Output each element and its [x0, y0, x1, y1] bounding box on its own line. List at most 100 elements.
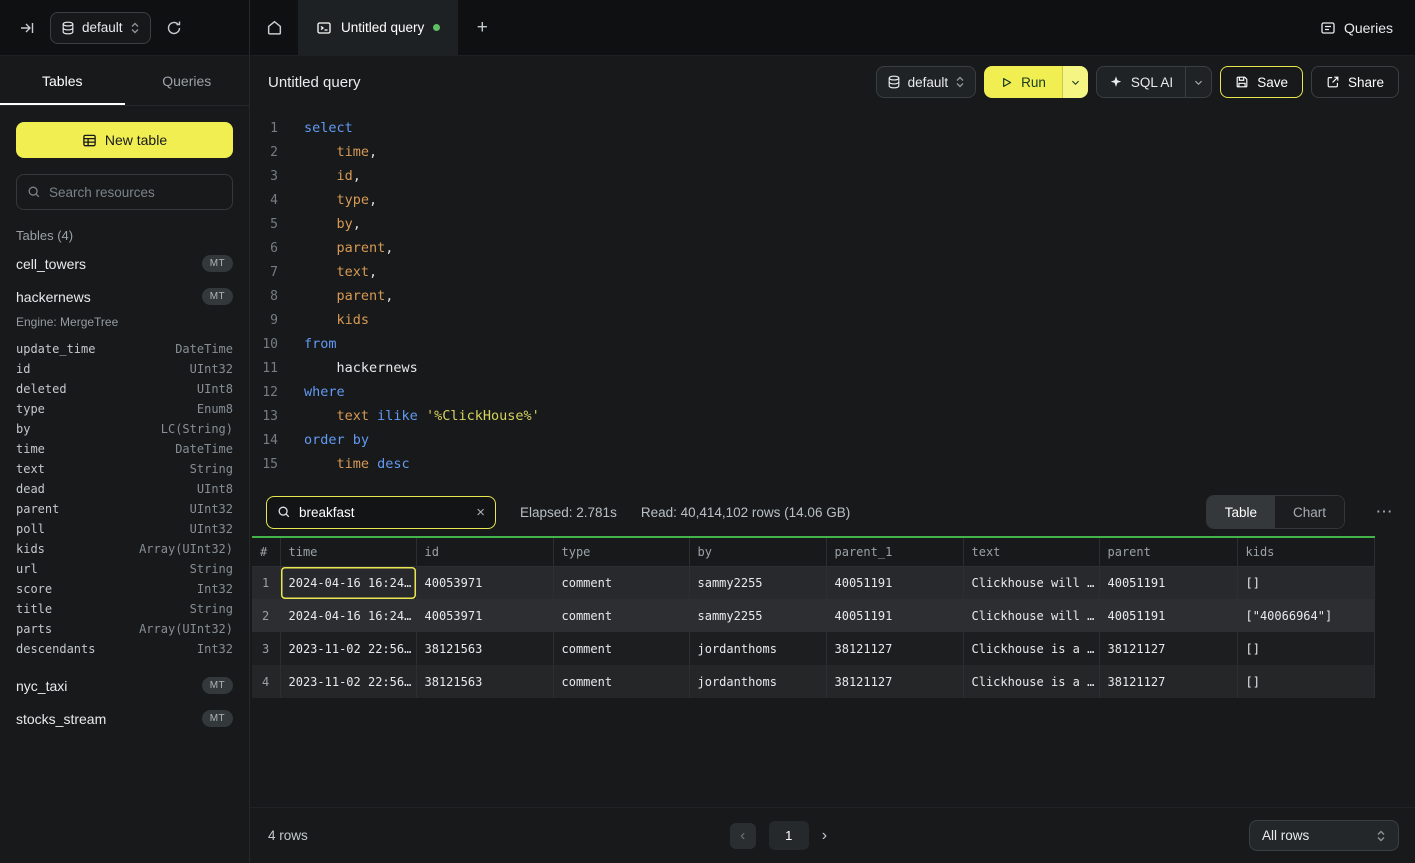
grid-cell[interactable]: [] [1237, 632, 1375, 665]
home-tab[interactable] [250, 0, 298, 55]
grid-cell[interactable]: 40051191 [826, 599, 963, 632]
editor-line[interactable]: 13 text ilike '%ClickHouse%' [250, 404, 1415, 428]
grid-cell[interactable]: 40051191 [1099, 566, 1237, 599]
editor-line[interactable]: 8 parent, [250, 284, 1415, 308]
grid-column-header[interactable]: # [252, 538, 280, 566]
grid-column-header[interactable]: by [689, 538, 826, 566]
grid-cell[interactable]: 40053971 [416, 566, 553, 599]
sidebar-tab-tables[interactable]: Tables [0, 56, 125, 105]
more-options-button[interactable]: ⋯ [1369, 502, 1399, 522]
table-column-row[interactable]: titleString [16, 599, 233, 619]
new-tab-button[interactable]: + [458, 0, 506, 55]
editor-line[interactable]: 2 time, [250, 140, 1415, 164]
grid-cell[interactable]: ["40066964"] [1237, 599, 1375, 632]
grid-column-header[interactable]: text [963, 538, 1099, 566]
grid-cell[interactable]: jordanthoms [689, 665, 826, 698]
grid-column-header[interactable]: parent [1099, 538, 1237, 566]
table-column-row[interactable]: textString [16, 459, 233, 479]
sidebar-table-item[interactable]: hackernewsMT [0, 280, 249, 313]
grid-cell[interactable]: 38121563 [416, 632, 553, 665]
editor-line[interactable]: 3 id, [250, 164, 1415, 188]
sql-ai-options-button[interactable] [1185, 67, 1211, 97]
grid-column-header[interactable]: parent_1 [826, 538, 963, 566]
editor-line[interactable]: 4 type, [250, 188, 1415, 212]
editor-line[interactable]: 10from [250, 332, 1415, 356]
grid-cell[interactable]: Clickhouse is a … [963, 665, 1099, 698]
editor-line[interactable]: 15 time desc [250, 452, 1415, 476]
table-column-row[interactable]: deletedUInt8 [16, 379, 233, 399]
grid-column-header[interactable]: type [553, 538, 689, 566]
next-page-button[interactable]: › [822, 827, 827, 845]
grid-column-header[interactable]: kids [1237, 538, 1375, 566]
grid-cell[interactable]: Clickhouse will … [963, 599, 1099, 632]
tab-untitled-query[interactable]: Untitled query [298, 0, 458, 55]
grid-cell[interactable]: comment [553, 665, 689, 698]
table-column-row[interactable]: idUInt32 [16, 359, 233, 379]
table-column-row[interactable]: urlString [16, 559, 233, 579]
rows-per-page-select[interactable]: All rows [1249, 820, 1399, 851]
search-resources-input[interactable] [49, 185, 222, 200]
grid-cell[interactable]: 40051191 [826, 566, 963, 599]
view-table-button[interactable]: Table [1207, 496, 1275, 528]
table-column-row[interactable]: deadUInt8 [16, 479, 233, 499]
editor-line[interactable]: 7 text, [250, 260, 1415, 284]
save-button[interactable]: Save [1220, 66, 1303, 98]
grid-cell[interactable]: 40051191 [1099, 599, 1237, 632]
editor-line[interactable]: 11 hackernews [250, 356, 1415, 380]
queries-button[interactable]: Queries [1320, 0, 1393, 55]
results-filter-input[interactable] [299, 505, 468, 520]
database-selector[interactable]: default [50, 12, 151, 44]
sidebar-table-item[interactable]: nyc_taxiMT [0, 669, 249, 702]
grid-cell[interactable]: [] [1237, 665, 1375, 698]
grid-cell[interactable]: 38121563 [416, 665, 553, 698]
table-column-row[interactable]: scoreInt32 [16, 579, 233, 599]
run-options-button[interactable] [1062, 66, 1088, 98]
sidebar-table-item[interactable]: stocks_streamMT [0, 702, 249, 735]
grid-cell[interactable]: Clickhouse is a … [963, 632, 1099, 665]
query-database-selector[interactable]: default [876, 66, 977, 98]
grid-cell[interactable]: 2023-11-02 22:56… [280, 632, 416, 665]
sidebar-tab-queries[interactable]: Queries [125, 56, 250, 105]
editor-line[interactable]: 9 kids [250, 308, 1415, 332]
grid-cell[interactable]: 38121127 [826, 632, 963, 665]
table-column-row[interactable]: timeDateTime [16, 439, 233, 459]
table-column-row[interactable]: parentUInt32 [16, 499, 233, 519]
grid-cell[interactable]: sammy2255 [689, 566, 826, 599]
editor-line[interactable]: 12where [250, 380, 1415, 404]
new-table-button[interactable]: New table [16, 122, 233, 158]
table-column-row[interactable]: kidsArray(UInt32) [16, 539, 233, 559]
sql-editor[interactable]: 1select2 time,3 id,4 type,5 by,6 parent,… [250, 108, 1415, 488]
grid-cell[interactable]: Clickhouse will … [963, 566, 1099, 599]
grid-cell[interactable]: [] [1237, 566, 1375, 599]
run-button[interactable]: Run [984, 66, 1062, 98]
grid-cell[interactable]: 2024-04-16 16:24… [280, 566, 416, 599]
table-column-row[interactable]: partsArray(UInt32) [16, 619, 233, 639]
grid-cell[interactable]: jordanthoms [689, 632, 826, 665]
grid-cell[interactable]: 38121127 [1099, 632, 1237, 665]
table-column-row[interactable]: typeEnum8 [16, 399, 233, 419]
collapse-sidebar-button[interactable] [12, 13, 42, 43]
grid-cell[interactable]: 40053971 [416, 599, 553, 632]
table-column-row[interactable]: byLC(String) [16, 419, 233, 439]
grid-column-header[interactable]: id [416, 538, 553, 566]
grid-cell[interactable]: 38121127 [1099, 665, 1237, 698]
editor-line[interactable]: 5 by, [250, 212, 1415, 236]
editor-line[interactable]: 1select [250, 116, 1415, 140]
view-chart-button[interactable]: Chart [1275, 496, 1344, 528]
table-column-row[interactable]: pollUInt32 [16, 519, 233, 539]
grid-cell[interactable]: comment [553, 566, 689, 599]
grid-cell[interactable]: 38121127 [826, 665, 963, 698]
grid-cell[interactable]: comment [553, 599, 689, 632]
prev-page-button[interactable]: ‹ [730, 823, 756, 849]
editor-line[interactable]: 6 parent, [250, 236, 1415, 260]
sidebar-table-item[interactable]: cell_towersMT [0, 247, 249, 280]
grid-column-header[interactable]: time [280, 538, 416, 566]
table-column-row[interactable]: descendantsInt32 [16, 639, 233, 659]
sql-ai-button[interactable]: SQL AI [1097, 67, 1185, 97]
share-button[interactable]: Share [1311, 66, 1399, 98]
grid-cell[interactable]: 2024-04-16 16:24… [280, 599, 416, 632]
current-page[interactable]: 1 [769, 821, 809, 850]
grid-cell[interactable]: sammy2255 [689, 599, 826, 632]
refresh-button[interactable] [159, 13, 189, 43]
editor-line[interactable]: 14order by [250, 428, 1415, 452]
